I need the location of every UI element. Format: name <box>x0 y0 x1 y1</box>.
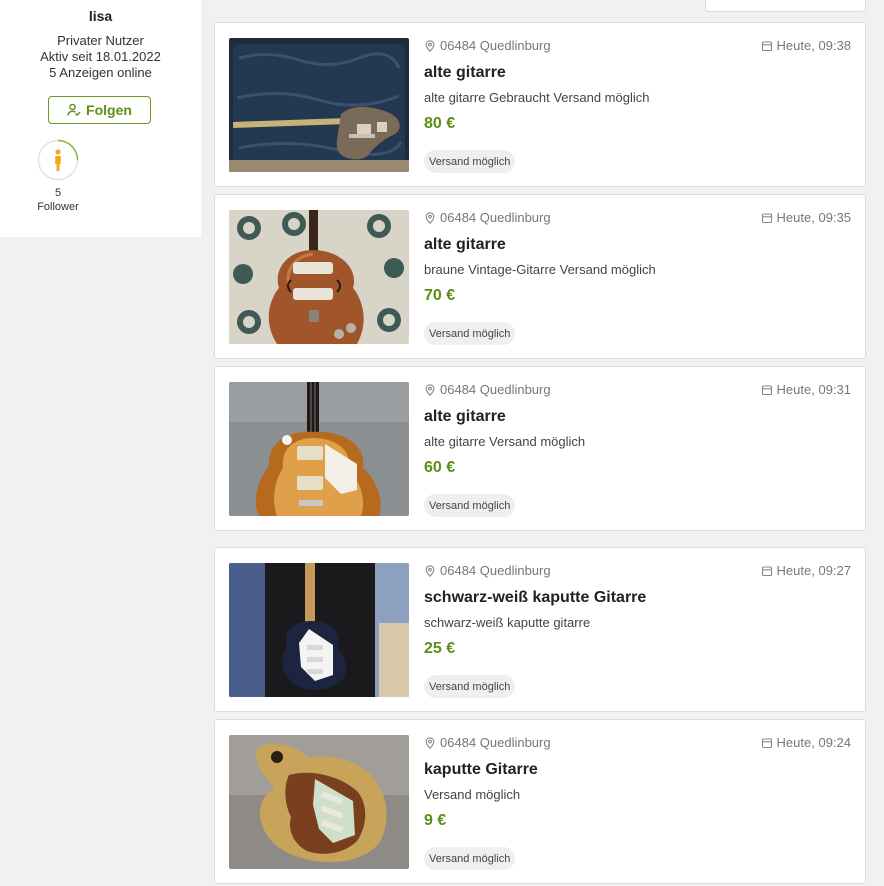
seller-type: Privater Nutzer <box>57 33 144 48</box>
follower-count: 5 <box>54 187 62 199</box>
listing-title[interactable]: alte gitarre <box>424 236 506 254</box>
listing-price: 60 € <box>424 459 456 476</box>
follower-label: Follower <box>37 201 79 213</box>
listing-date: Heute, 09:24 <box>761 735 851 750</box>
seller-name[interactable]: lisa <box>0 8 201 24</box>
location-pin-icon <box>425 211 435 224</box>
calendar-icon <box>761 212 772 223</box>
listing-description: alte gitarre Versand möglich <box>424 434 586 449</box>
location-text: 06484 Quedlinburg <box>440 735 551 750</box>
date-text: Heute, 09:24 <box>776 735 851 750</box>
location-pin-icon <box>425 736 435 749</box>
follower-badge-icon <box>37 139 79 181</box>
calendar-icon <box>761 384 772 395</box>
location-text: 06484 Quedlinburg <box>440 382 551 397</box>
calendar-icon <box>761 565 772 576</box>
shipping-badge: Versand möglich <box>424 675 516 698</box>
listing-title[interactable]: kaputte Gitarre <box>424 761 538 779</box>
listing-title[interactable]: alte gitarre <box>424 408 506 426</box>
shipping-badge: Versand möglich <box>424 322 516 345</box>
seller-active-since: Aktiv seit 18.01.2022 <box>40 49 161 64</box>
shipping-badge: Versand möglich <box>424 150 516 173</box>
listing-date: Heute, 09:27 <box>761 563 851 578</box>
seller-profile-card: lisa Privater Nutzer Aktiv seit 18.01.20… <box>0 0 201 237</box>
listing-image[interactable] <box>229 735 409 869</box>
listing-card[interactable]: 06484 Quedlinburg Heute, 09:35 alte gita… <box>214 194 866 359</box>
listing-price: 25 € <box>424 640 456 657</box>
location-text: 06484 Quedlinburg <box>440 38 551 53</box>
listing-image[interactable] <box>229 210 409 344</box>
listing-description: Versand möglich <box>424 787 521 802</box>
listing-price: 9 € <box>424 812 447 829</box>
date-text: Heute, 09:38 <box>776 38 851 53</box>
location-pin-icon <box>425 39 435 52</box>
violin-bass-photo <box>229 210 409 344</box>
location-text: 06484 Quedlinburg <box>440 210 551 225</box>
listing-image[interactable] <box>229 382 409 516</box>
follow-user-icon <box>67 103 81 117</box>
calendar-icon <box>761 40 772 51</box>
listing-location: 06484 Quedlinburg <box>424 563 551 578</box>
listing-description: alte gitarre Gebraucht Versand möglich <box>424 90 650 105</box>
follow-button[interactable]: Folgen <box>48 96 151 124</box>
worn-strat-body-photo <box>229 735 409 869</box>
location-text: 06484 Quedlinburg <box>440 563 551 578</box>
listing-date: Heute, 09:31 <box>761 382 851 397</box>
calendar-icon <box>761 737 772 748</box>
listing-card[interactable]: 06484 Quedlinburg Heute, 09:31 alte gita… <box>214 366 866 531</box>
listing-title[interactable]: alte gitarre <box>424 64 506 82</box>
listing-card[interactable]: 06484 Quedlinburg Heute, 09:24 kaputte G… <box>214 719 866 884</box>
guitar-in-case-photo <box>229 38 409 172</box>
listing-location: 06484 Quedlinburg <box>424 735 551 750</box>
listing-card[interactable]: 06484 Quedlinburg Heute, 09:27 schwarz-w… <box>214 547 866 712</box>
listing-location: 06484 Quedlinburg <box>424 382 551 397</box>
listing-location: 06484 Quedlinburg <box>424 210 551 225</box>
shipping-badge: Versand möglich <box>424 494 516 517</box>
date-text: Heute, 09:35 <box>776 210 851 225</box>
date-text: Heute, 09:31 <box>776 382 851 397</box>
sort-dropdown[interactable] <box>705 0 866 12</box>
listing-price: 80 € <box>424 115 456 132</box>
listing-title[interactable]: schwarz-weiß kaputte Gitarre <box>424 589 646 607</box>
shipping-badge: Versand möglich <box>424 847 516 870</box>
page: lisa Privater Nutzer Aktiv seit 18.01.20… <box>0 0 884 886</box>
listing-image[interactable] <box>229 38 409 172</box>
date-text: Heute, 09:27 <box>776 563 851 578</box>
sunburst-les-paul-photo <box>229 382 409 516</box>
listing-price: 70 € <box>424 287 456 304</box>
listing-date: Heute, 09:35 <box>761 210 851 225</box>
listing-image[interactable] <box>229 563 409 697</box>
black-white-strat-photo <box>229 563 409 697</box>
listing-date: Heute, 09:38 <box>761 38 851 53</box>
listing-card[interactable]: 06484 Quedlinburg Heute, 09:38 alte gita… <box>214 22 866 187</box>
location-pin-icon <box>425 383 435 396</box>
seller-ads-online[interactable]: 5 Anzeigen online <box>0 65 201 80</box>
listing-location: 06484 Quedlinburg <box>424 38 551 53</box>
listing-description: schwarz-weiß kaputte gitarre <box>424 615 591 630</box>
follow-button-label: Folgen <box>86 102 132 118</box>
listing-description: braune Vintage-Gitarre Versand möglich <box>424 262 656 277</box>
location-pin-icon <box>425 564 435 577</box>
